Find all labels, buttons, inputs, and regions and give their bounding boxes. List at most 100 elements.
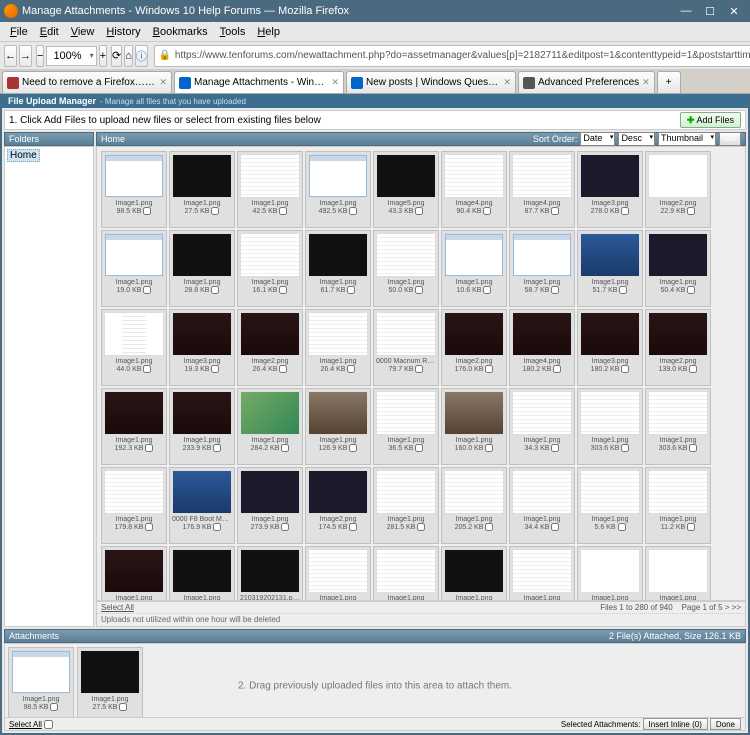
close-icon[interactable]: ✕	[159, 77, 167, 88]
thumbnail-grid[interactable]: Image1.png98.5 KBImage1.png27.5 KBImage1…	[96, 146, 746, 601]
menu-view[interactable]: View	[65, 24, 101, 40]
thumb-checkbox[interactable]	[281, 444, 289, 452]
home-button[interactable]: ⌂	[124, 45, 133, 67]
thumb-checkbox[interactable]	[619, 286, 627, 294]
thumb-checkbox[interactable]	[347, 365, 355, 373]
thumb-checkbox[interactable]	[349, 207, 357, 215]
file-thumb[interactable]: Image1.png26.4 KB	[305, 309, 371, 386]
file-thumb[interactable]: Image2.png26.4 KB	[237, 309, 303, 386]
sort-field-select[interactable]: Date	[580, 132, 615, 146]
select-all-bottom[interactable]: Select All	[9, 720, 42, 729]
file-thumb[interactable]: Image1.png389.0 KB	[169, 546, 235, 601]
file-thumb[interactable]: Image1.png281.5 KB	[373, 467, 439, 544]
forward-button[interactable]: →	[19, 45, 32, 67]
thumb-checkbox[interactable]	[211, 365, 219, 373]
file-thumb[interactable]: Image1.png19.0 KB	[101, 230, 167, 307]
file-thumb[interactable]: Image3.png180.2 KB	[577, 309, 643, 386]
thumb-checkbox[interactable]	[415, 444, 423, 452]
thumb-checkbox[interactable]	[689, 444, 697, 452]
thumb-checkbox[interactable]	[213, 444, 221, 452]
thumb-checkbox[interactable]	[689, 365, 697, 373]
tab-3[interactable]: Advanced Preferences✕	[518, 71, 655, 93]
thumb-checkbox[interactable]	[551, 207, 559, 215]
close-button[interactable]: ✕	[722, 2, 746, 20]
thumb-checkbox[interactable]	[621, 444, 629, 452]
thumb-checkbox[interactable]	[485, 365, 493, 373]
menu-tools[interactable]: Tools	[214, 24, 252, 40]
file-thumb[interactable]: Image1.png205.2 KB	[441, 467, 507, 544]
thumb-checkbox[interactable]	[145, 523, 153, 531]
thumb-checkbox[interactable]	[279, 365, 287, 373]
thumb-checkbox[interactable]	[687, 286, 695, 294]
close-icon[interactable]: ✕	[331, 77, 339, 88]
thumb-checkbox[interactable]	[143, 365, 151, 373]
thumb-checkbox[interactable]	[143, 286, 151, 294]
thumb-checkbox[interactable]	[485, 523, 493, 531]
info-button[interactable]: ⓘ	[135, 45, 148, 67]
file-thumb[interactable]: Image2.png22.9 KB	[645, 151, 711, 228]
close-icon[interactable]: ✕	[503, 77, 511, 88]
file-thumb[interactable]: Image1.png303.6 KB	[645, 388, 711, 465]
file-thumb[interactable]: Image1.png5.6 KB	[577, 467, 643, 544]
thumb-checkbox[interactable]	[50, 703, 58, 711]
folder-home[interactable]: Home	[7, 149, 40, 162]
maximize-button[interactable]: ☐	[698, 2, 722, 20]
thumb-checkbox[interactable]	[687, 207, 695, 215]
tab-1[interactable]: Manage Attachments - Windows✕	[174, 71, 344, 93]
file-thumb[interactable]: Image1.png185.5 KB	[509, 546, 575, 601]
thumb-checkbox[interactable]	[349, 444, 357, 452]
zoom-level[interactable]: 100%	[46, 46, 96, 66]
thumb-checkbox[interactable]	[349, 523, 357, 531]
file-thumb[interactable]: Image1.png51.7 KB	[577, 230, 643, 307]
next-page[interactable]: >	[725, 603, 730, 612]
file-thumb[interactable]: 0000 Macrium Resc79.7 KB	[373, 309, 439, 386]
file-thumb[interactable]: Image1.png126.9 KB	[305, 388, 371, 465]
file-thumb[interactable]: Image1.png14.4 KB	[441, 546, 507, 601]
file-thumb[interactable]: Image1.png50.4 KB	[645, 230, 711, 307]
file-thumb[interactable]: Image1.png98.5 KB	[8, 647, 74, 724]
file-thumb[interactable]: Image1.png273.9 KB	[237, 467, 303, 544]
thumb-checkbox[interactable]	[279, 286, 287, 294]
menu-bookmarks[interactable]: Bookmarks	[147, 24, 214, 40]
file-thumb[interactable]: Image1.png284.2 KB	[237, 388, 303, 465]
minimize-button[interactable]: —	[674, 2, 698, 20]
add-files-button[interactable]: ✚ Add Files	[680, 112, 741, 128]
file-thumb[interactable]: Image1.png61.7 KB	[305, 230, 371, 307]
file-thumb[interactable]: Image1.png58.7 KB	[509, 230, 575, 307]
go-button[interactable]: Go	[719, 132, 741, 146]
thumb-checkbox[interactable]	[119, 703, 127, 711]
thumb-checkbox[interactable]	[415, 365, 423, 373]
file-thumb[interactable]: Image1.png492.5 KB	[305, 151, 371, 228]
file-thumb[interactable]: Image1.png160.0 KB	[441, 388, 507, 465]
new-tab-button[interactable]: +	[657, 71, 681, 93]
menu-history[interactable]: History	[100, 24, 146, 40]
back-button[interactable]: ←	[4, 45, 17, 67]
sort-dir-select[interactable]: Desc	[618, 132, 655, 146]
thumb-checkbox[interactable]	[551, 444, 559, 452]
thumb-checkbox[interactable]	[279, 207, 287, 215]
thumb-checkbox[interactable]	[211, 207, 219, 215]
file-thumb[interactable]: 210319202131.png340.4 KB	[237, 546, 303, 601]
tab-0[interactable]: Need to remove a Firefox…"imp✕	[2, 71, 172, 93]
thumb-checkbox[interactable]	[347, 286, 355, 294]
thumb-checkbox[interactable]	[417, 523, 425, 531]
thumb-checkbox[interactable]	[415, 286, 423, 294]
file-thumb[interactable]: Image1.png98.5 KB	[101, 151, 167, 228]
thumb-checkbox[interactable]	[551, 523, 559, 531]
zoom-out-button[interactable]: −	[36, 45, 44, 67]
thumb-checkbox[interactable]	[483, 286, 491, 294]
thumb-checkbox[interactable]	[281, 523, 289, 531]
attachments-dropzone[interactable]: 2. Drag previously uploaded files into t…	[4, 643, 746, 728]
insert-inline-button[interactable]: Insert Inline (0)	[643, 718, 708, 730]
thumb-checkbox[interactable]	[145, 444, 153, 452]
thumb-checkbox[interactable]	[143, 207, 151, 215]
file-thumb[interactable]: Image2.png176.0 KB	[441, 309, 507, 386]
thumb-checkbox[interactable]	[213, 523, 221, 531]
file-thumb[interactable]: Image1.png42.5 KB	[237, 151, 303, 228]
file-thumb[interactable]: Image1.png192.3 KB	[101, 388, 167, 465]
file-thumb[interactable]: Image4.png180.2 KB	[509, 309, 575, 386]
file-thumb[interactable]: Image1.png34.4 KB	[509, 467, 575, 544]
file-thumb[interactable]: Image1.png303.6 KB	[577, 388, 643, 465]
thumb-checkbox[interactable]	[687, 523, 695, 531]
thumb-checkbox[interactable]	[621, 365, 629, 373]
